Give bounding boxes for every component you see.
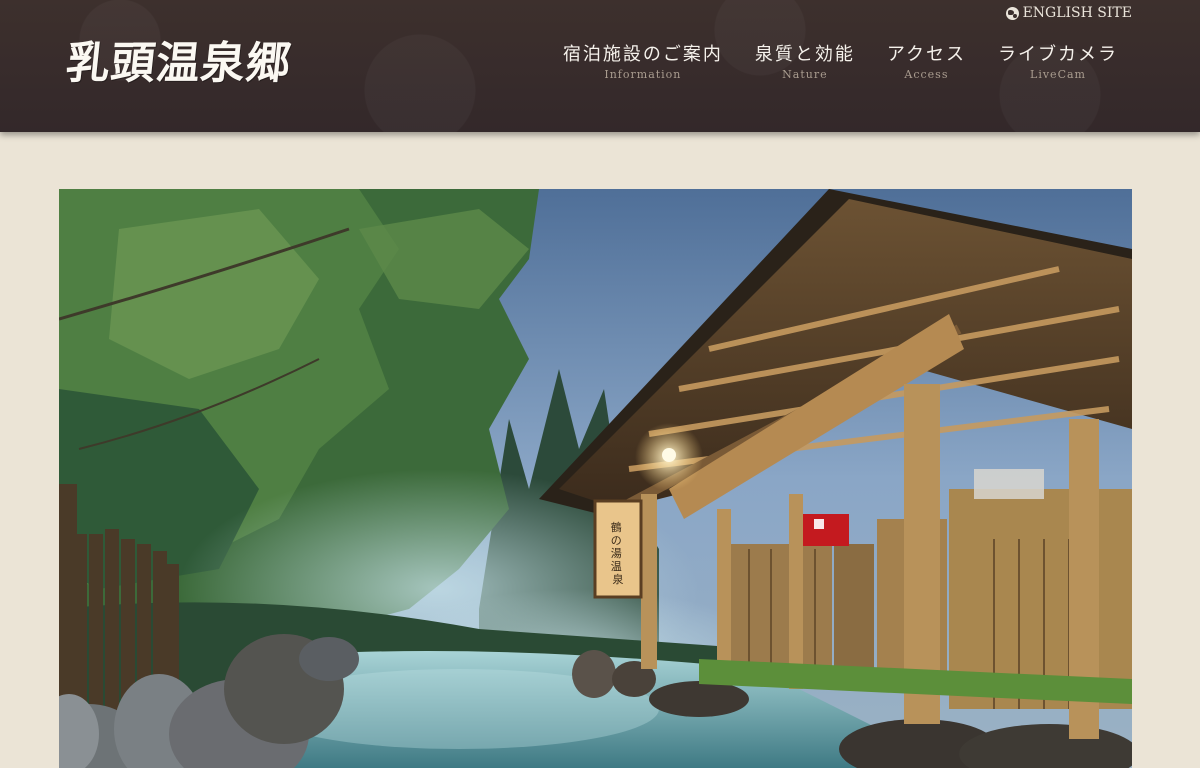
nav-label-en: Access	[904, 68, 949, 81]
site-logo[interactable]: 乳頭温泉郷	[63, 36, 294, 92]
nav-label-en: Nature	[782, 68, 828, 81]
nav-label-ja: 泉質と効能	[754, 44, 855, 65]
main-nav: 宿泊施設のご案内 Information 泉質と効能 Nature アクセス A…	[563, 42, 1118, 82]
nav-item-livecam[interactable]: ライブカメラ LiveCam	[998, 42, 1118, 82]
nav-label-en: Information	[604, 68, 682, 81]
lantern-text: 鶴 の 湯 温 泉	[611, 520, 626, 586]
english-site-label: ENGLISH SITE	[1022, 5, 1132, 21]
nav-label-ja: ライブカメラ	[998, 44, 1118, 65]
nav-item-access[interactable]: アクセス Access	[887, 42, 966, 82]
nav-label-ja: アクセス	[886, 44, 966, 65]
globe-icon	[1005, 6, 1019, 20]
nav-item-nature[interactable]: 泉質と効能 Nature	[755, 42, 855, 82]
nav-label-en: LiveCam	[1030, 68, 1086, 81]
english-site-link[interactable]: ENGLISH SITE	[1005, 4, 1132, 22]
hot-spring-illustration: 鶴 の 湯 温 泉	[59, 189, 1132, 768]
hero-image: 鶴 の 湯 温 泉	[59, 189, 1132, 768]
nav-item-information[interactable]: 宿泊施設のご案内 Information	[563, 42, 723, 82]
site-header: 乳頭温泉郷 ENGLISH SITE 宿泊施設のご案内 Information …	[0, 0, 1200, 132]
nav-label-ja: 宿泊施設のご案内	[562, 44, 723, 65]
